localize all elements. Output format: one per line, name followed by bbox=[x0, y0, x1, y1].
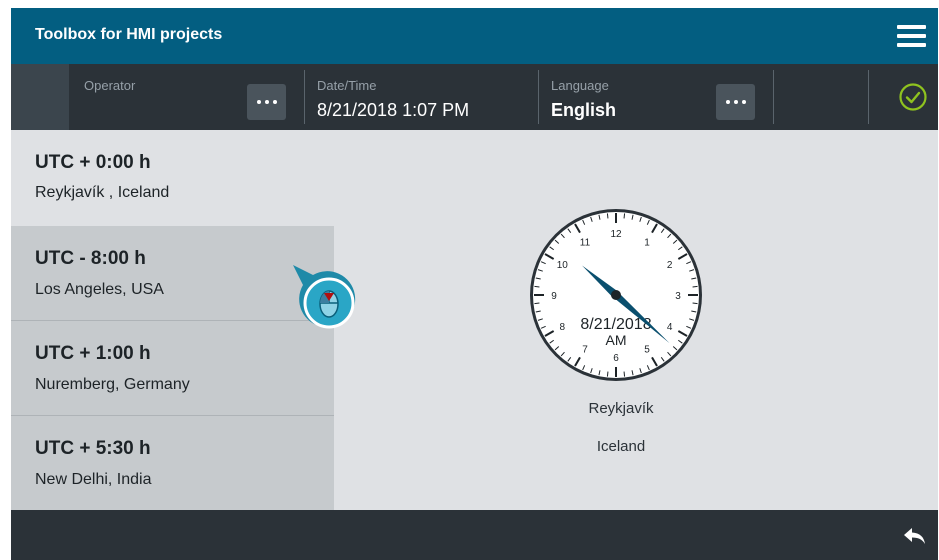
bottom-bar bbox=[11, 510, 938, 560]
dot-icon bbox=[733, 100, 738, 104]
clock-number: 3 bbox=[675, 291, 681, 302]
operator-label: Operator bbox=[84, 78, 136, 93]
dot-icon bbox=[272, 100, 277, 104]
clock-country: Iceland bbox=[596, 438, 646, 455]
dot-icon bbox=[256, 100, 261, 104]
clock-number: 10 bbox=[557, 260, 569, 271]
timezone-city: New Delhi, India bbox=[35, 471, 152, 488]
title-bar: Toolbox for HMI projects bbox=[11, 8, 938, 64]
clock-tick bbox=[534, 285, 540, 288]
clock-city: Reykjavík bbox=[588, 400, 654, 417]
clock-ampm: AM bbox=[606, 332, 627, 348]
clock-tick bbox=[606, 371, 609, 377]
divider bbox=[773, 70, 774, 124]
clock-tick bbox=[623, 371, 626, 377]
clock-center bbox=[611, 290, 621, 300]
clock-tick bbox=[534, 302, 540, 305]
clock-number: 5 bbox=[644, 345, 650, 356]
clock-number: 1 bbox=[644, 237, 650, 248]
timezone-offset: UTC - 8:00 h bbox=[35, 248, 146, 269]
divider bbox=[538, 70, 539, 124]
hmi-screen: Toolbox for HMI projects Operator Date/T… bbox=[11, 8, 938, 560]
info-bar-handle[interactable] bbox=[11, 64, 69, 130]
dot-icon bbox=[264, 100, 269, 104]
clock-number: 6 bbox=[613, 353, 619, 364]
language-value: English bbox=[551, 100, 617, 120]
timezone-item-reykjavik[interactable]: UTC + 0:00 h Reykjavík , Iceland bbox=[11, 130, 334, 225]
divider bbox=[304, 70, 305, 124]
touch-cursor-icon bbox=[293, 265, 356, 329]
check-circle-icon[interactable] bbox=[898, 82, 928, 112]
clock-number: 9 bbox=[551, 291, 557, 302]
clock-tick bbox=[606, 213, 609, 219]
dot-icon bbox=[741, 100, 746, 104]
operator-more-button[interactable] bbox=[247, 84, 286, 120]
clock-number: 7 bbox=[582, 345, 588, 356]
timezone-item-nuremberg[interactable]: UTC + 1:00 h Nuremberg, Germany bbox=[11, 321, 334, 416]
timezone-list: UTC + 0:00 h Reykjavík , Iceland UTC - 8… bbox=[11, 130, 334, 510]
info-bar: Operator Date/Time 8/21/2018 1:07 PM Lan… bbox=[11, 64, 938, 130]
timezone-item-new-delhi[interactable]: UTC + 5:30 h New Delhi, India bbox=[11, 416, 334, 510]
clock-number: 11 bbox=[580, 237, 591, 248]
dot-icon bbox=[725, 100, 730, 104]
timezone-city: Nuremberg, Germany bbox=[35, 376, 190, 393]
app-title: Toolbox for HMI projects bbox=[35, 26, 223, 43]
timezone-offset: UTC + 0:00 h bbox=[35, 152, 151, 173]
clock-number: 12 bbox=[610, 229, 622, 240]
clock-tick bbox=[692, 285, 698, 288]
clock-number: 4 bbox=[667, 322, 673, 333]
timezone-offset: UTC + 5:30 h bbox=[35, 438, 151, 459]
timezone-item-los-angeles[interactable]: UTC - 8:00 h Los Angeles, USA bbox=[11, 226, 334, 321]
timezone-offset: UTC + 1:00 h bbox=[35, 343, 151, 364]
clock-tick bbox=[692, 302, 698, 305]
timezone-city: Reykjavík , Iceland bbox=[35, 184, 170, 201]
divider bbox=[868, 70, 869, 124]
clock-tick bbox=[623, 213, 626, 219]
language-label: Language bbox=[551, 78, 609, 93]
datetime-label: Date/Time bbox=[317, 78, 377, 93]
timezone-city: Los Angeles, USA bbox=[35, 281, 164, 298]
hamburger-menu-icon[interactable] bbox=[897, 25, 926, 47]
clock-number: 2 bbox=[667, 260, 673, 271]
analog-clock: 121234567891011 8/21/2018 AM bbox=[530, 209, 702, 381]
datetime-value: 8/21/2018 1:07 PM bbox=[317, 100, 470, 120]
language-more-button[interactable] bbox=[716, 84, 755, 120]
clock-number: 8 bbox=[560, 322, 566, 333]
back-arrow-icon[interactable] bbox=[902, 526, 926, 546]
